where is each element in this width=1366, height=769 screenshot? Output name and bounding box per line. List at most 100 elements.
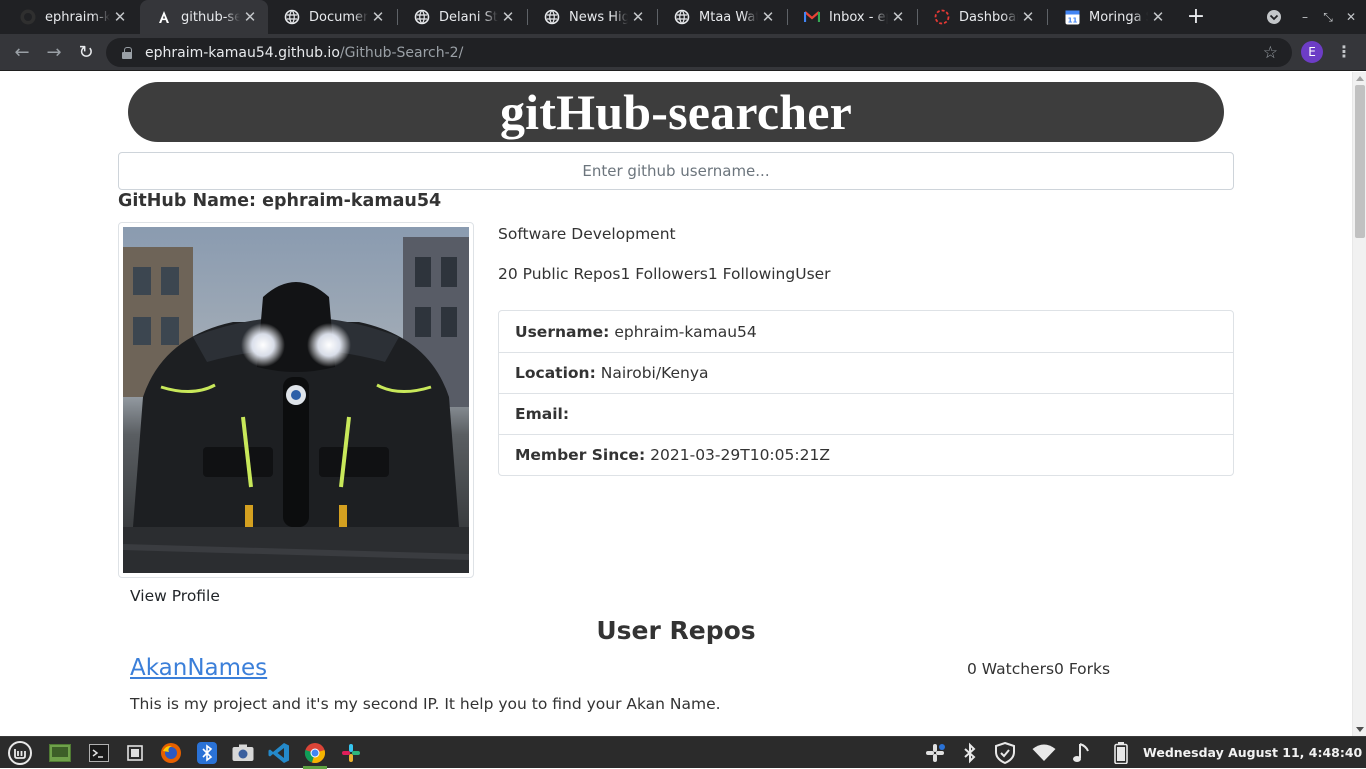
close-icon[interactable]: ✕: [628, 8, 648, 26]
forward-button[interactable]: →: [40, 38, 68, 66]
more-menu-icon[interactable]: ⋮: [1336, 41, 1352, 63]
scroll-up-arrow-icon[interactable]: [1356, 76, 1364, 81]
browser-toolbar: ← → ↻ ephraim-kamau54.github.io/Github-S…: [0, 34, 1366, 71]
github-name-value: ephraim-kamau54: [262, 191, 442, 211]
slack-tray-icon[interactable]: [923, 741, 947, 765]
github-name-label: GitHub Name:: [118, 191, 257, 211]
profile-photo-frame: [118, 222, 474, 578]
close-icon[interactable]: ✕: [758, 8, 778, 26]
tab-title: Inbox - ephraim: [829, 9, 888, 25]
repo-link[interactable]: AkanNames: [130, 655, 267, 681]
angular-icon: [156, 9, 172, 25]
close-icon[interactable]: ✕: [110, 8, 130, 26]
view-profile-link[interactable]: View Profile: [130, 587, 220, 605]
shield-tray-icon[interactable]: [993, 741, 1017, 765]
tab-news-highlights[interactable]: News Highlights ✕: [528, 0, 656, 34]
profile-photo: [123, 227, 469, 573]
detail-label: Location:: [515, 364, 596, 382]
scrollbar-thumb[interactable]: [1355, 85, 1365, 238]
dashboard-icon: [934, 9, 950, 25]
restore-button[interactable]: ⤡: [1317, 0, 1339, 34]
detail-label: Member Since:: [515, 446, 646, 464]
page-title: gitHub-searcher: [499, 84, 853, 140]
address-bar[interactable]: ephraim-kamau54.github.io/Github-Search-…: [106, 38, 1292, 67]
close-icon[interactable]: ✕: [368, 8, 388, 26]
taskbar-clock[interactable]: Wednesday August 11, 4:48:40 PM: [1143, 745, 1366, 760]
scroll-down-arrow-icon[interactable]: [1356, 727, 1364, 732]
files-icon[interactable]: [48, 741, 72, 765]
close-window-button[interactable]: ✕: [1340, 0, 1362, 34]
minimize-button[interactable]: –: [1294, 0, 1316, 34]
tab-github-profile[interactable]: ephraim-kamau54 ✕: [4, 0, 138, 34]
user-bio: Software Development: [498, 225, 676, 243]
tab-delani-studio[interactable]: Delani Studio ✕: [398, 0, 526, 34]
back-button[interactable]: ←: [8, 38, 36, 66]
chevron-down-icon: [1267, 10, 1281, 24]
close-icon[interactable]: ✕: [888, 8, 908, 26]
globe-icon: [674, 9, 690, 25]
globe-icon: [284, 9, 300, 25]
user-details-list: Username: ephraim-kamau54 Location: Nair…: [498, 310, 1234, 476]
globe-icon: [544, 9, 560, 25]
tab-title: Moringa School: [1089, 9, 1148, 25]
reload-button[interactable]: ↻: [72, 38, 100, 66]
tab-github-search[interactable]: github-search ✕: [140, 0, 268, 34]
detail-value: 2021-03-29T10:05:21Z: [650, 446, 830, 464]
gmail-icon: [804, 9, 820, 25]
tab-document[interactable]: Document ✕: [268, 0, 396, 34]
url-host: ephraim-kamau54.github.io: [145, 44, 340, 61]
tab-title: Delani Studio: [439, 9, 498, 25]
close-icon[interactable]: ✕: [1148, 8, 1168, 26]
tab-mtaa-watch[interactable]: Mtaa Watch ✕: [658, 0, 786, 34]
lock-icon: [122, 46, 132, 59]
detail-location: Location: Nairobi/Kenya: [499, 352, 1233, 393]
globe-icon: [414, 9, 430, 25]
tab-gmail-inbox[interactable]: Inbox - ephraim ✕: [788, 0, 916, 34]
battery-icon[interactable]: [1109, 741, 1133, 765]
user-stats: 20 Public Repos1 Followers1 FollowingUse…: [498, 265, 831, 283]
chrome-icon[interactable]: [303, 741, 327, 765]
tab-moringa-school[interactable]: 11 Moringa School ✕: [1048, 0, 1176, 34]
page-viewport: gitHub-searcher GitHub Name: ephraim-kam…: [0, 72, 1366, 736]
close-icon[interactable]: ✕: [240, 8, 260, 26]
repos-heading: User Repos: [596, 616, 756, 645]
repo-description: This is my project and it's my second IP…: [130, 695, 721, 713]
detail-value: ephraim-kamau54: [614, 322, 757, 341]
vscode-icon[interactable]: [267, 741, 291, 765]
tab-title: Mtaa Watch: [699, 9, 758, 25]
bookmark-star-icon[interactable]: ☆: [1263, 43, 1278, 63]
browser-tab-strip: ephraim-kamau54 ✕ github-search ✕ Docume…: [0, 0, 1366, 34]
screenshot-icon[interactable]: [231, 741, 255, 765]
detail-label: Username:: [515, 322, 610, 341]
file-manager-icon[interactable]: [123, 741, 147, 765]
url-path: /Github-Search-2/: [339, 44, 464, 61]
tab-dashboard[interactable]: Dashboard ✕: [918, 0, 1046, 34]
repo-meta: 0 Watchers0 Forks: [967, 660, 1111, 678]
mint-menu-icon[interactable]: [8, 741, 32, 765]
slack-icon[interactable]: [339, 741, 363, 765]
username-search-input[interactable]: [118, 152, 1234, 190]
tab-title: Dashboard: [959, 9, 1018, 25]
close-icon[interactable]: ✕: [1018, 8, 1038, 26]
sound-icon[interactable]: [1070, 741, 1094, 765]
page-scrollbar[interactable]: [1352, 72, 1366, 736]
calendar-icon: 11: [1064, 9, 1080, 25]
desktop-taskbar: Wednesday August 11, 4:48:40 PM: [0, 736, 1366, 769]
firefox-icon[interactable]: [159, 741, 183, 765]
wifi-icon[interactable]: [1032, 741, 1056, 765]
new-tab-button[interactable]: +: [1184, 4, 1208, 30]
detail-value: Nairobi/Kenya: [600, 364, 709, 382]
detail-email: Email:: [499, 393, 1233, 434]
svg-text:11: 11: [1067, 16, 1077, 24]
close-icon[interactable]: ✕: [498, 8, 518, 26]
detail-member-since: Member Since: 2021-03-29T10:05:21Z: [499, 434, 1233, 475]
tab-title: ephraim-kamau54: [45, 9, 110, 25]
terminal-icon[interactable]: [87, 741, 111, 765]
bluetooth-tray-icon[interactable]: [958, 741, 982, 765]
profile-avatar[interactable]: E: [1301, 41, 1323, 63]
tab-title: Document: [309, 9, 368, 25]
tab-title: News Highlights: [569, 9, 628, 25]
bluetooth-icon[interactable]: [195, 741, 219, 765]
detail-label: Email:: [515, 405, 570, 423]
tab-search-button[interactable]: [1263, 0, 1285, 34]
